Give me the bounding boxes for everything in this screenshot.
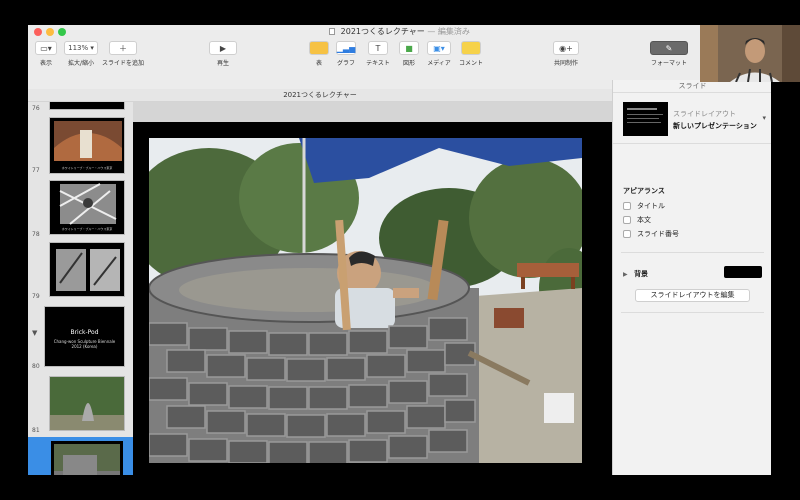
plus-icon: ＋ xyxy=(109,41,137,55)
sidebar-view-icon: ▭▾ xyxy=(35,41,57,55)
add-slide-button[interactable]: ＋ スライドを追加 xyxy=(102,41,144,67)
webcam-overlay xyxy=(700,25,800,82)
minimize-window-button[interactable] xyxy=(46,28,54,36)
close-window-button[interactable] xyxy=(34,28,42,36)
layout-thumbnail xyxy=(623,102,668,136)
shape-button[interactable]: ■ 図形 xyxy=(398,41,420,67)
add-slide-label: スライドを追加 xyxy=(102,60,145,67)
slide-caption: ホワイトリーブ・ブルー・ハウス東京 xyxy=(61,227,113,231)
slide-preview: Brick-Pod Chang-won Sculpture Biennale 2… xyxy=(44,306,125,367)
slide-subtitle: Chang-won Sculpture Biennale 2012 (Korea… xyxy=(53,339,116,349)
comment-button[interactable]: コメント xyxy=(456,41,486,67)
divider xyxy=(621,312,764,313)
zoom-select[interactable]: 113% ▾ xyxy=(64,41,98,55)
window-title: 2021つくるレクチャー xyxy=(340,27,425,36)
slide-preview xyxy=(49,439,125,475)
media-icon: ▣▾ xyxy=(427,41,451,55)
format-inspector: スライド スライドレイアウト 新しいプレゼンテーション ▾ アピアランス タイト… xyxy=(612,80,771,475)
slide-preview: ホワイトリーブ・ブルー・ハウス東京 xyxy=(49,180,125,235)
slide-number: 76 xyxy=(32,105,40,112)
media-button[interactable]: ▣▾ メディア xyxy=(426,41,452,67)
layout-name: 新しいプレゼンテーション xyxy=(673,122,757,130)
shape-icon: ■ xyxy=(399,41,419,55)
text-label: テキスト xyxy=(366,60,390,67)
background-color-well[interactable] xyxy=(724,266,762,278)
chevron-down-icon[interactable]: ▾ xyxy=(762,114,766,122)
keynote-window: 2021つくるレクチャー — 編集済み ▭▾ 表示 113% ▾ 拡大/縮小 ＋… xyxy=(28,25,771,475)
format-label: フォーマット xyxy=(650,60,687,67)
slide-caption: ホワイトリーブ・ブルー・ハウス東京 xyxy=(61,166,113,170)
slide-preview xyxy=(49,242,125,297)
slide-number: 78 xyxy=(32,231,40,238)
chart-icon: ▁▃▅ xyxy=(336,41,356,55)
text-button[interactable]: T テキスト xyxy=(364,41,392,67)
body-option-label: 本文 xyxy=(637,216,651,224)
comment-label: コメント xyxy=(458,60,483,67)
table-icon xyxy=(309,41,329,55)
disclosure-triangle-icon[interactable]: ▼ xyxy=(32,329,37,337)
document-icon xyxy=(329,28,336,35)
comment-icon xyxy=(461,41,481,55)
body-checkbox[interactable] xyxy=(623,216,631,224)
background-label: 背景 xyxy=(634,270,649,278)
construction-photos-image xyxy=(56,249,120,291)
brick-kiln-photo-image xyxy=(149,138,582,463)
format-button[interactable]: ✎ フォーマット xyxy=(648,41,690,67)
current-slide[interactable] xyxy=(133,122,612,475)
zoom-window-button[interactable] xyxy=(58,28,66,36)
play-icon: ▶ xyxy=(209,41,237,55)
chart-button[interactable]: ▁▃▅ グラフ xyxy=(334,41,358,67)
webcam-person-image xyxy=(700,25,800,82)
slide-number: 79 xyxy=(32,293,40,300)
edited-status: — 編集済み xyxy=(427,27,470,36)
slide-layout-selector[interactable]: スライドレイアウト 新しいプレゼンテーション ▾ xyxy=(613,94,771,144)
background-row[interactable]: ▶ 背景 xyxy=(623,269,648,279)
slide-photo[interactable] xyxy=(149,138,582,463)
brick-pod-photo-image xyxy=(50,377,124,430)
slide-title: Brick-Pod xyxy=(70,329,99,336)
text-icon: T xyxy=(368,41,388,55)
slide-number: 80 xyxy=(32,363,40,370)
appearance-heading: アピアランス xyxy=(623,187,665,195)
current-slide-photo-image xyxy=(51,441,123,475)
edit-slide-layout-button[interactable]: スライドレイアウトを編集 xyxy=(635,289,750,302)
collaborate-label: 共同制作 xyxy=(553,60,578,67)
chart-label: グラフ xyxy=(336,60,355,67)
shape-label: 図形 xyxy=(402,60,415,67)
format-brush-icon: ✎ xyxy=(650,41,688,55)
slide-navigator: 76 ホワイトリーブ・ブルー・ハウス東京 77 ホワイトリーブ・ブルー・ハウス東… xyxy=(28,102,133,475)
collaborate-button[interactable]: ◉+ 共同制作 xyxy=(551,41,581,67)
title-option-label: タイトル xyxy=(637,202,665,210)
slide-number-option-label: スライド番号 xyxy=(637,230,679,238)
slide-number: 81 xyxy=(32,427,40,434)
slide-preview xyxy=(49,102,125,110)
title-bar: 2021つくるレクチャー — 編集済み xyxy=(28,25,771,39)
title-checkbox[interactable] xyxy=(623,202,631,210)
play-button[interactable]: ▶ 再生 xyxy=(208,41,238,67)
play-label: 再生 xyxy=(216,60,229,67)
slide-canvas[interactable] xyxy=(133,102,612,475)
slide-preview: ホワイトリーブ・ブルー・ハウス東京 xyxy=(49,117,125,174)
title-checkbox-row[interactable]: タイトル xyxy=(623,201,665,211)
screen: 2021つくるレクチャー — 編集済み ▭▾ 表示 113% ▾ 拡大/縮小 ＋… xyxy=(0,0,800,500)
slide-number-checkbox-row[interactable]: スライド番号 xyxy=(623,229,679,239)
body-checkbox-row[interactable]: 本文 xyxy=(623,215,651,225)
slide-preview xyxy=(49,376,125,431)
table-label: 表 xyxy=(315,60,322,67)
layout-label: スライドレイアウト xyxy=(673,110,736,118)
document-title-strip: 2021つくるレクチャー xyxy=(28,89,612,102)
slide-number: 77 xyxy=(32,167,40,174)
zoom-value: 113% xyxy=(68,44,89,52)
zoom-label: 拡大/縮小 xyxy=(67,60,95,67)
view-label: 表示 xyxy=(39,60,52,67)
disclosure-triangle-icon[interactable]: ▶ xyxy=(623,271,628,278)
slide-number-checkbox[interactable] xyxy=(623,230,631,238)
zoom-control[interactable]: 113% ▾ 拡大/縮小 xyxy=(62,41,100,67)
view-button[interactable]: ▭▾ 表示 xyxy=(34,41,58,67)
divider xyxy=(621,252,764,253)
table-button[interactable]: 表 xyxy=(308,41,330,67)
collaborate-icon: ◉+ xyxy=(553,41,579,55)
media-label: メディア xyxy=(427,60,451,67)
